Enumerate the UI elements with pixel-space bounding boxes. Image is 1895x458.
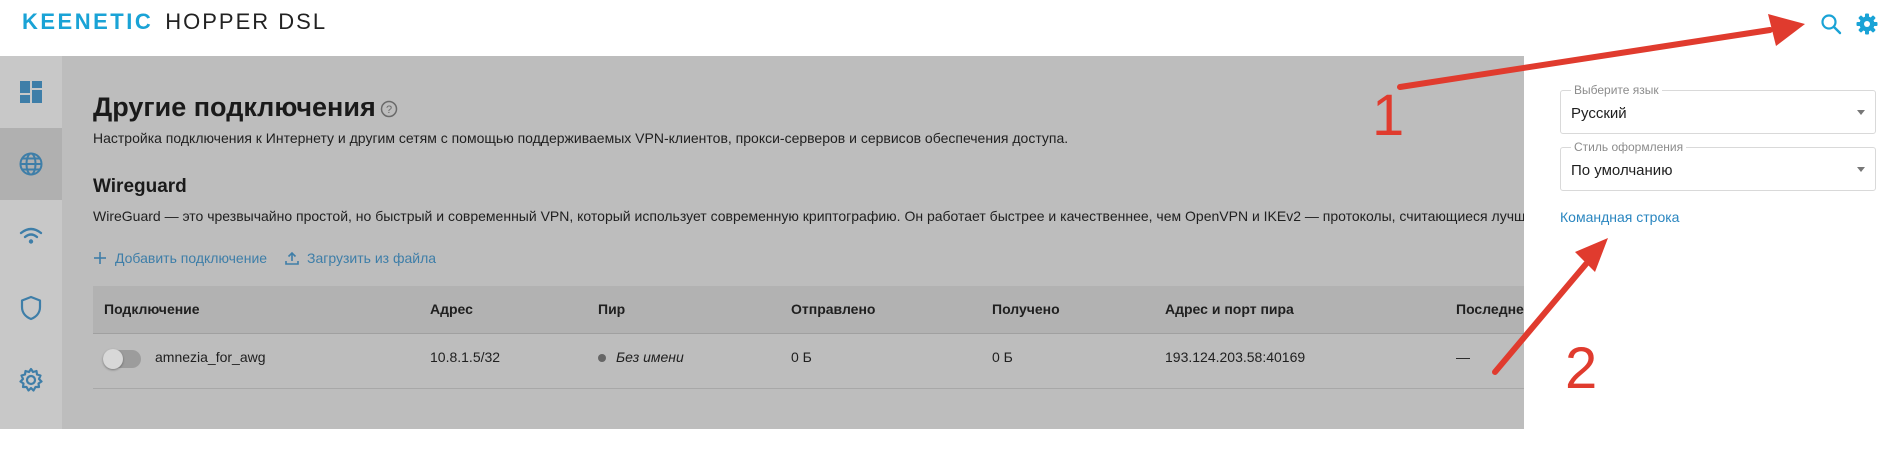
connection-peer-endpoint: 193.124.203.58:40169	[1165, 349, 1306, 365]
theme-label: Стиль оформления	[1571, 140, 1687, 154]
page-title: Другие подключения	[93, 92, 376, 122]
table-header: Подключение Адрес Пир Отправлено Получен…	[93, 286, 1524, 334]
shield-icon	[20, 295, 42, 321]
column-header-received[interactable]: Получено	[992, 301, 1060, 317]
logo-model: HOPPER DSL	[165, 9, 328, 34]
sidebar-item-internet[interactable]	[0, 128, 62, 200]
connection-name[interactable]: amnezia_for_awg	[155, 349, 266, 365]
connection-toggle[interactable]	[103, 349, 141, 369]
dashboard-icon	[20, 81, 42, 103]
add-connection-button[interactable]: Добавить подключение	[93, 250, 267, 266]
command-line-link[interactable]: Командная строка	[1560, 209, 1679, 225]
connections-table: Подключение Адрес Пир Отправлено Получен…	[93, 286, 1524, 389]
sidebar-item-wifi[interactable]	[0, 200, 62, 272]
upload-file-label: Загрузить из файла	[307, 250, 437, 266]
upload-icon	[285, 251, 299, 265]
chevron-down-icon	[1857, 110, 1865, 115]
sidebar-item-security[interactable]	[0, 272, 62, 344]
gear-icon[interactable]	[1855, 12, 1879, 36]
language-select[interactable]: Выберите язык Русский	[1560, 83, 1876, 134]
connection-peer: Без имени	[598, 349, 684, 365]
column-header-peer-endpoint[interactable]: Адрес и порт пира	[1165, 301, 1294, 317]
theme-value: По умолчанию	[1571, 162, 1673, 179]
main-content: Другие подключения ? Настройка подключен…	[62, 56, 1524, 429]
wifi-icon	[19, 227, 43, 244]
toggle-knob	[103, 349, 123, 369]
column-header-sent[interactable]: Отправлено	[791, 301, 875, 317]
logo: KEENETIC HOPPER DSL	[22, 9, 327, 35]
section-title: Wireguard	[93, 176, 187, 197]
connection-sent: 0 Б	[791, 349, 812, 365]
logo-brand: KEENETIC	[22, 9, 154, 34]
language-label: Выберите язык	[1571, 83, 1662, 97]
search-icon[interactable]	[1819, 12, 1843, 36]
app-window: KEENETIC HOPPER DSL Другие подключения ?…	[0, 0, 1895, 458]
connection-address: 10.8.1.5/32	[430, 349, 501, 365]
peer-status-dot	[598, 354, 606, 363]
theme-select[interactable]: Стиль оформления По умолчанию	[1560, 140, 1876, 191]
upload-file-button[interactable]: Загрузить из файла	[285, 250, 436, 266]
plus-icon	[94, 252, 106, 264]
column-header-last[interactable]: Последне	[1456, 301, 1524, 317]
sidebar-item-settings[interactable]	[0, 344, 62, 416]
section-description: WireGuard — это чрезвычайно простой, но …	[93, 208, 1524, 224]
peer-name: Без имени	[616, 349, 684, 365]
header: KEENETIC HOPPER DSL	[0, 0, 1895, 56]
column-header-peer[interactable]: Пир	[598, 301, 625, 317]
page-description: Настройка подключения к Интернету и друг…	[93, 130, 1069, 146]
chevron-down-icon	[1857, 167, 1865, 172]
column-header-address[interactable]: Адрес	[430, 301, 473, 317]
add-connection-label: Добавить подключение	[115, 250, 268, 266]
gear-icon	[19, 367, 43, 392]
help-icon[interactable]: ?	[380, 100, 398, 118]
table-row[interactable]: amnezia_for_awg 10.8.1.5/32 Без имени 0 …	[93, 334, 1524, 389]
sidebar-item-dashboard[interactable]	[0, 56, 62, 128]
settings-panel: Выберите язык Русский Стиль оформления П…	[1524, 56, 1895, 458]
column-header-connection[interactable]: Подключение	[104, 301, 200, 317]
globe-icon	[19, 152, 43, 176]
svg-text:?: ?	[386, 104, 392, 116]
sidebar	[0, 56, 62, 429]
connection-last: —	[1456, 349, 1470, 365]
connection-received: 0 Б	[992, 349, 1013, 365]
language-value: Русский	[1571, 105, 1627, 122]
